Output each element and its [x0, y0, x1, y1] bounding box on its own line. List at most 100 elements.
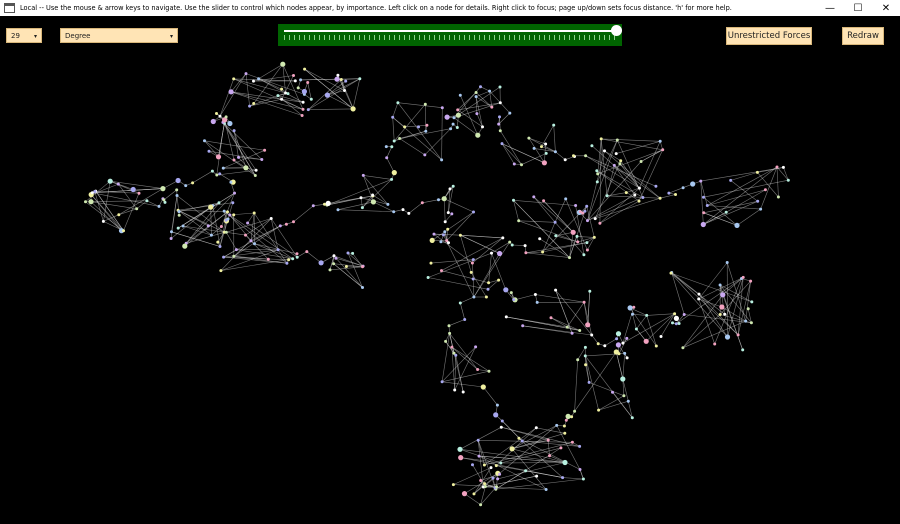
graph-node[interactable]: [455, 112, 461, 118]
graph-node[interactable]: [621, 341, 625, 345]
graph-node[interactable]: [720, 292, 726, 298]
graph-node[interactable]: [324, 92, 330, 98]
graph-node[interactable]: [384, 145, 388, 149]
graph-node[interactable]: [736, 333, 740, 337]
graph-node[interactable]: [637, 199, 641, 203]
graph-node[interactable]: [218, 172, 222, 176]
graph-node[interactable]: [252, 211, 256, 215]
graph-node[interactable]: [447, 241, 450, 245]
graph-node[interactable]: [84, 200, 87, 204]
graph-node[interactable]: [504, 315, 508, 319]
graph-node[interactable]: [391, 115, 395, 119]
graph-node[interactable]: [359, 196, 363, 200]
graph-node[interactable]: [210, 118, 216, 125]
graph-node[interactable]: [443, 230, 447, 234]
graph-node[interactable]: [490, 105, 494, 109]
graph-node[interactable]: [285, 261, 289, 265]
graph-node[interactable]: [252, 102, 256, 105]
graph-node[interactable]: [585, 204, 589, 208]
graph-node[interactable]: [564, 197, 568, 201]
graph-node[interactable]: [135, 207, 139, 211]
graph-node[interactable]: [553, 150, 557, 154]
graph-node[interactable]: [453, 388, 457, 392]
graph-node[interactable]: [219, 225, 223, 228]
graph-node[interactable]: [553, 220, 557, 224]
graph-node[interactable]: [233, 191, 236, 195]
graph-node[interactable]: [749, 279, 753, 283]
graph-node[interactable]: [311, 204, 315, 208]
graph-node[interactable]: [248, 104, 252, 108]
graph-node[interactable]: [617, 352, 621, 356]
graph-node[interactable]: [626, 399, 630, 403]
graph-node[interactable]: [741, 348, 745, 352]
graph-node[interactable]: [232, 77, 236, 81]
graph-node[interactable]: [658, 139, 662, 143]
graph-node[interactable]: [176, 226, 180, 230]
graph-node[interactable]: [741, 275, 745, 279]
graph-node[interactable]: [581, 477, 585, 481]
graph-node[interactable]: [301, 107, 305, 111]
graph-node[interactable]: [615, 331, 622, 337]
graph-node[interactable]: [501, 236, 505, 240]
graph-node[interactable]: [253, 174, 257, 177]
graph-node[interactable]: [540, 145, 543, 149]
graph-node[interactable]: [570, 229, 576, 235]
graph-node[interactable]: [750, 300, 754, 304]
graph-node[interactable]: [257, 77, 261, 81]
graph-node[interactable]: [456, 108, 460, 112]
graph-node[interactable]: [479, 85, 482, 89]
graph-node[interactable]: [217, 201, 221, 205]
graph-node[interactable]: [541, 160, 548, 166]
graph-node[interactable]: [495, 485, 498, 489]
graph-node[interactable]: [292, 220, 295, 224]
graph-node[interactable]: [325, 200, 331, 206]
graph-node[interactable]: [420, 201, 424, 205]
graph-node[interactable]: [228, 89, 234, 95]
graph-node[interactable]: [351, 251, 355, 255]
graph-node[interactable]: [565, 325, 569, 329]
graph-node[interactable]: [476, 368, 480, 371]
graph-node[interactable]: [583, 354, 587, 358]
graph-node[interactable]: [599, 137, 603, 141]
graph-node[interactable]: [216, 240, 220, 244]
graph-node[interactable]: [350, 106, 356, 112]
graph-node[interactable]: [625, 336, 629, 340]
graph-node[interactable]: [160, 186, 166, 192]
graph-node[interactable]: [344, 79, 348, 83]
graph-node[interactable]: [595, 180, 599, 184]
graph-node[interactable]: [392, 139, 396, 143]
graph-node[interactable]: [702, 211, 706, 215]
graph-node[interactable]: [237, 155, 240, 159]
graph-node[interactable]: [287, 258, 291, 262]
graph-node[interactable]: [674, 193, 677, 196]
graph-node[interactable]: [328, 268, 332, 272]
graph-node[interactable]: [508, 240, 512, 244]
graph-node[interactable]: [588, 289, 592, 293]
graph-node[interactable]: [227, 120, 233, 127]
graph-node[interactable]: [669, 271, 673, 275]
graph-node[interactable]: [334, 256, 338, 260]
graph-node[interactable]: [145, 199, 149, 203]
graph-node[interactable]: [517, 436, 521, 440]
graph-node[interactable]: [568, 256, 571, 260]
graph-node[interactable]: [723, 312, 727, 316]
graph-node[interactable]: [455, 126, 459, 129]
graph-node[interactable]: [674, 322, 678, 326]
graph-node[interactable]: [744, 319, 748, 323]
graph-node[interactable]: [295, 255, 299, 259]
graph-node[interactable]: [484, 295, 488, 299]
graph-node[interactable]: [446, 211, 450, 215]
graph-node[interactable]: [546, 438, 550, 442]
graph-node[interactable]: [534, 426, 538, 430]
graph-node[interactable]: [280, 87, 284, 91]
graph-node[interactable]: [480, 384, 486, 390]
graph-node[interactable]: [448, 187, 452, 191]
graph-node[interactable]: [210, 169, 214, 173]
graph-node[interactable]: [521, 324, 525, 328]
graph-node[interactable]: [498, 101, 502, 105]
graph-node[interactable]: [729, 178, 733, 182]
graph-node[interactable]: [276, 248, 280, 252]
graph-node[interactable]: [489, 466, 493, 470]
graph-node[interactable]: [699, 179, 703, 183]
graph-node[interactable]: [524, 251, 528, 255]
